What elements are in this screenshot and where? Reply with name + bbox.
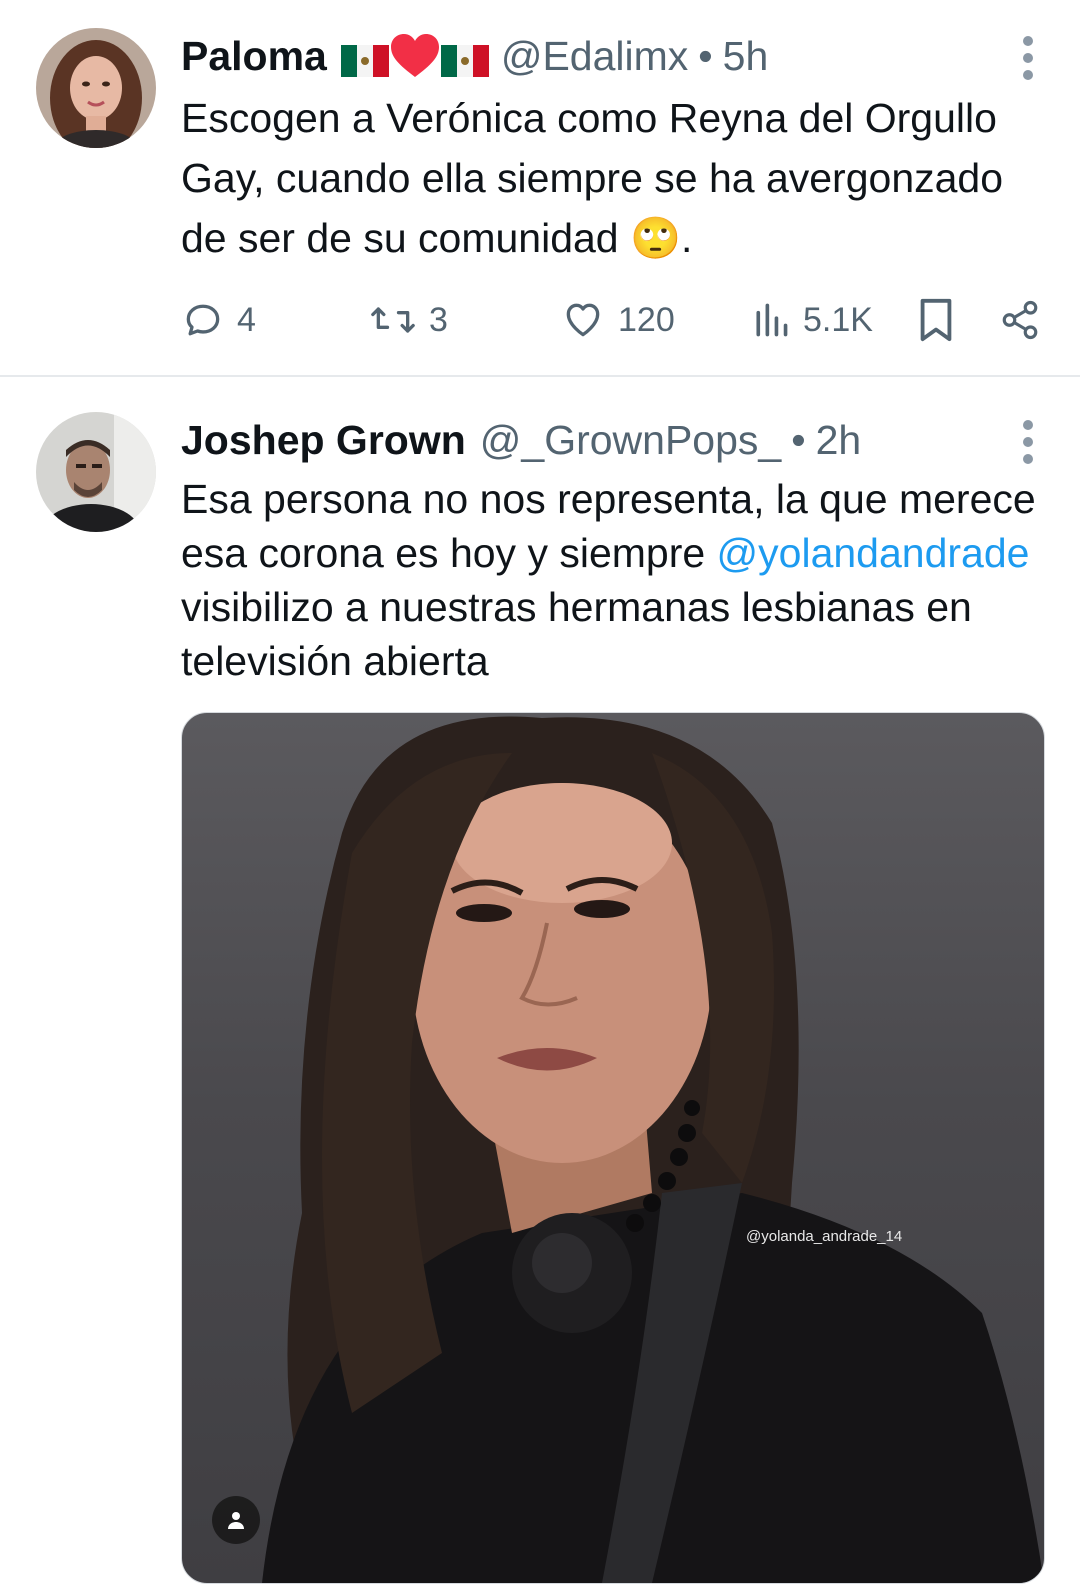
mexico-flag-icon (340, 40, 389, 77)
repost-count: 3 (429, 300, 448, 339)
tweet[interactable]: Joshep Grown @_GrownPops_ • 2h Esa perso… (0, 377, 1080, 1584)
red-heart-icon (389, 33, 441, 79)
mention-link[interactable]: @yolandandrade (717, 530, 1030, 576)
reply-icon (186, 304, 220, 336)
tweet-header: Joshep Grown @_GrownPops_ • 2h (181, 412, 861, 468)
reply-button[interactable]: 4 (181, 296, 256, 344)
name-emojis (340, 33, 489, 79)
tweet-image[interactable]: @yolanda_andrade_14 (181, 712, 1045, 1584)
share-icon (1002, 300, 1038, 340)
views-button[interactable]: 5.1K (751, 296, 873, 344)
action-bar: 4 3 120 5.1K (181, 296, 1041, 344)
separator-dot: • (791, 416, 806, 463)
timestamp[interactable]: 5h (723, 33, 769, 80)
more-options-icon[interactable] (1022, 420, 1034, 464)
avatar-photo (36, 28, 156, 148)
tweet-text: Escogen a Verónica como Reyna del Orgull… (181, 95, 1004, 261)
heart-icon (566, 303, 600, 337)
views-count: 5.1K (803, 300, 873, 339)
share-button[interactable] (999, 296, 1041, 344)
bookmark-button[interactable] (916, 296, 956, 344)
person-icon[interactable] (212, 1496, 260, 1544)
like-button[interactable]: 120 (560, 296, 675, 344)
repost-button[interactable]: 3 (369, 296, 448, 344)
tweet[interactable]: Paloma @Edalimx • 5h Escogen a Verónica … (0, 0, 1080, 375)
mexico-flag-icon (440, 40, 489, 77)
reply-count: 4 (237, 300, 256, 339)
user-handle[interactable]: @_GrownPops_ (480, 417, 781, 464)
avatar[interactable] (36, 412, 156, 532)
image-watermark: @yolanda_andrade_14 (746, 1228, 903, 1245)
display-name[interactable]: Joshep Grown (181, 417, 466, 464)
bookmark-icon (920, 298, 952, 342)
views-icon (756, 303, 788, 337)
like-count: 120 (618, 300, 675, 339)
portrait-photo (262, 716, 1044, 1583)
repost-icon (371, 307, 415, 333)
display-name[interactable]: Paloma (181, 33, 327, 80)
more-options-icon[interactable] (1022, 36, 1034, 80)
tweet-text-part: visibilizo a nuestras hermanas lesbianas… (181, 584, 972, 684)
tweet-header: Paloma @Edalimx • 5h (181, 28, 768, 84)
tweet-text: Esa persona no nos representa, la que me… (181, 472, 1041, 688)
timestamp[interactable]: 2h (816, 417, 862, 464)
avatar[interactable] (36, 28, 156, 148)
user-handle[interactable]: @Edalimx (501, 33, 688, 80)
separator-dot: • (698, 32, 713, 79)
avatar-photo (36, 412, 156, 532)
